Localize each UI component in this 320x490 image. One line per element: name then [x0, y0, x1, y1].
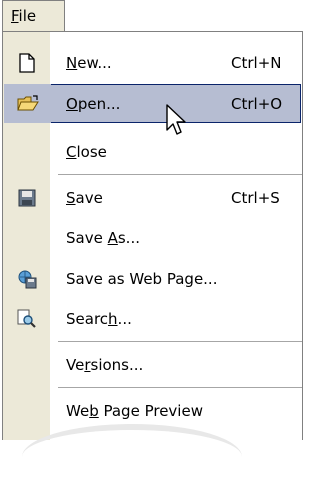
- menu-item-label: Save: [66, 188, 103, 207]
- menu-item-shortcut: Ctrl+O: [231, 94, 283, 113]
- menu-separator: [58, 174, 302, 175]
- menu-item-label: Web Page Preview: [66, 401, 203, 420]
- file-menu-dropdown: New... Ctrl+N Open... Ctrl+O Close Save: [2, 31, 303, 440]
- menu-item-label: New...: [66, 53, 112, 72]
- menu-item-label: Versions...: [66, 355, 144, 374]
- save-disk-icon: [3, 178, 50, 217]
- menu-item-versions[interactable]: Versions...: [3, 345, 302, 384]
- menu-item-shortcut: Ctrl+S: [231, 188, 280, 207]
- file-menu-label: File: [11, 7, 37, 25]
- file-menu-button[interactable]: File: [2, 0, 65, 31]
- menu-item-save-as-web-page[interactable]: Save as Web Page...: [3, 259, 302, 298]
- menu-item-close[interactable]: Close: [3, 132, 302, 171]
- search-icon: [3, 299, 50, 338]
- menu-item-search[interactable]: Search...: [3, 299, 302, 338]
- mouse-cursor-icon: [165, 104, 189, 144]
- new-document-icon: [3, 43, 50, 82]
- menu-item-label: Save As...: [66, 228, 140, 247]
- save-web-page-icon: [3, 259, 50, 298]
- menu-item-label: Close: [66, 142, 107, 161]
- menu-item-shortcut: Ctrl+N: [231, 53, 282, 72]
- menu-item-save[interactable]: Save Ctrl+S: [3, 178, 302, 217]
- menu-item-open[interactable]: Open... Ctrl+O: [4, 84, 301, 123]
- menu-separator: [58, 387, 302, 388]
- open-folder-icon: [4, 84, 51, 123]
- menu-separator: [58, 341, 302, 342]
- menu-item-label: Search...: [66, 309, 132, 328]
- menu-bar: File: [0, 0, 316, 31]
- menu-item-label: Open...: [66, 94, 121, 113]
- menu-item-save-as[interactable]: Save As...: [3, 218, 302, 257]
- menu-item-label: Save as Web Page...: [66, 269, 218, 288]
- menu-item-new[interactable]: New... Ctrl+N: [3, 43, 302, 82]
- background-arc-decoration: [22, 424, 242, 490]
